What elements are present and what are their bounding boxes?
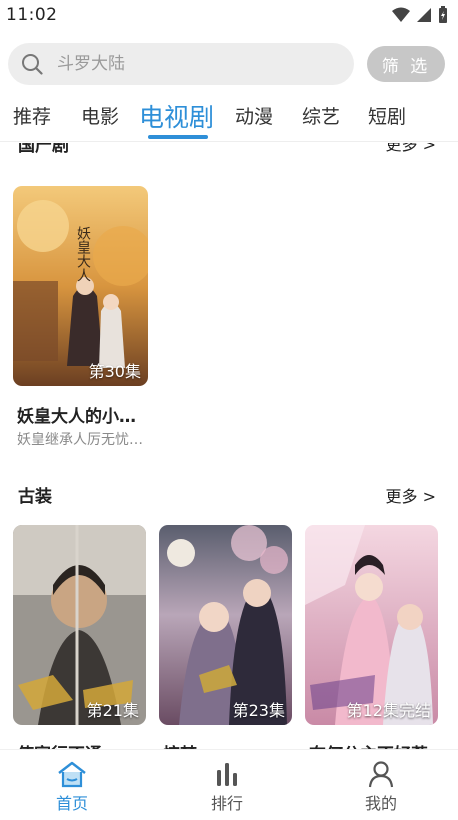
episode-badge: 第30集 (88, 362, 141, 381)
episode-badge: 第23集 (232, 701, 285, 720)
tab-short-drama[interactable]: 短剧 (368, 102, 406, 129)
section-title-costume: 古装 (18, 487, 52, 507)
signal-icon (417, 8, 431, 22)
status-time: 11:02 (6, 5, 58, 25)
filter-button[interactable]: 筛 选 (367, 46, 445, 82)
search-input[interactable] (57, 54, 317, 74)
poster-card[interactable]: 第12集完结 (305, 525, 438, 725)
search-icon (22, 54, 43, 75)
nav-label: 首页 (55, 794, 88, 813)
nav-label: 排行 (210, 794, 243, 813)
item-title[interactable]: 奈何公主不好惹 (309, 740, 439, 749)
item-title[interactable]: 惊梦 (163, 740, 293, 749)
poster-image (305, 525, 438, 725)
tab-movie[interactable]: 电影 (81, 102, 119, 129)
poster-card[interactable]: 第21集 (13, 525, 146, 725)
svg-text:妖皇大人: 妖皇大人 (75, 226, 91, 282)
nav-home[interactable]: 首页 (32, 756, 112, 816)
bar-chart-icon (217, 763, 237, 786)
item-title[interactable]: 使家行不通 (17, 740, 147, 749)
app-screen: 11:02 筛 选 推荐 电影 电视剧 动漫 综艺 短剧 国产剧 更 (0, 0, 458, 820)
tab-anime[interactable]: 动漫 (235, 102, 273, 129)
poster-card[interactable]: 第23集 (159, 525, 292, 725)
tab-recommend[interactable]: 推荐 (13, 102, 51, 129)
poster-card[interactable]: 妖皇大人 第30集 (13, 186, 148, 386)
section-more-link-costume[interactable]: 更多 > (386, 483, 437, 507)
poster-image (13, 525, 146, 725)
status-icons (392, 6, 448, 24)
tab-variety[interactable]: 综艺 (302, 102, 340, 129)
bottom-nav: 首页 排行 我的 (0, 749, 458, 820)
tab-tv-series[interactable]: 电视剧 (139, 98, 214, 134)
content-scroll[interactable]: 国产剧 更多 > 妖皇大人 第30集 妖皇大人的小… 妖皇继承人厉无忧… 古装 … (0, 143, 458, 749)
user-icon (368, 761, 394, 788)
search-box[interactable] (8, 43, 354, 85)
section-more-link[interactable]: 更多 > (386, 143, 437, 155)
search-row: 筛 选 (0, 40, 458, 88)
nav-label: 我的 (364, 794, 397, 813)
wifi-icon (392, 7, 410, 22)
episode-badge: 第21集 (86, 701, 139, 720)
nav-ranking[interactable]: 排行 (187, 756, 267, 816)
item-subtitle: 妖皇继承人厉无忧… (17, 432, 143, 448)
section-title: 国产剧 (18, 143, 69, 156)
poster-image: 妖皇大人 (13, 186, 148, 386)
home-icon (58, 761, 86, 788)
section-header-domestic: 国产剧 更多 > (0, 143, 458, 157)
item-title[interactable]: 妖皇大人的小… (17, 402, 147, 427)
active-tab-indicator (148, 135, 208, 139)
poster-image (159, 525, 292, 725)
episode-badge: 第12集完结 (346, 701, 431, 720)
nav-profile[interactable]: 我的 (341, 756, 421, 816)
category-tabs: 推荐 电影 电视剧 动漫 综艺 短剧 (0, 96, 458, 142)
battery-icon (439, 6, 447, 23)
status-bar: 11:02 (0, 0, 458, 30)
